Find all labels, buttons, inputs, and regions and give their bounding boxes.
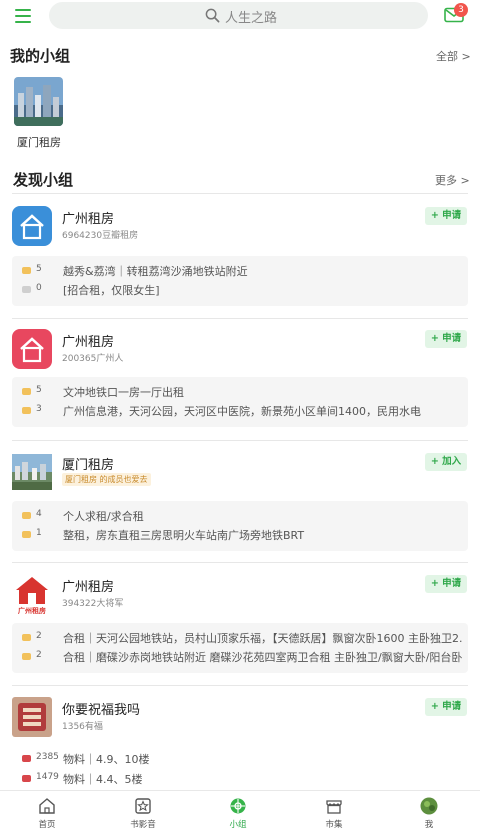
- group-icon: [12, 206, 52, 246]
- menu-icon[interactable]: [15, 8, 33, 24]
- post-item[interactable]: 3 广州信息港，天河公园，天河区中医院，新景苑小区单间1400，民用水电: [12, 402, 468, 420]
- home-icon: [39, 798, 55, 814]
- comment-count: 5: [36, 264, 42, 274]
- post-item[interactable]: 0 [招合租，仅限女生]: [12, 281, 468, 299]
- group-posts: 2 合租｜天河公园地铁站，员村山顶家乐福，【天德跃居】飘窗次卧1600 主卧独卫…: [12, 623, 468, 673]
- post-item[interactable]: 2385 物料｜4.9、10楼: [12, 750, 468, 768]
- post-title: 合租｜天河公园地铁站，员村山顶家乐福，【天德跃居】飘窗次卧1600 主卧独卫2.…: [63, 632, 463, 645]
- post-item[interactable]: 5 文冲地铁口一房一厅出租: [12, 383, 468, 401]
- comment-count: 0: [36, 283, 42, 293]
- post-item[interactable]: 2 合租｜天河公园地铁站，员村山顶家乐福，【天德跃居】飘窗次卧1600 主卧独卫…: [12, 629, 468, 647]
- nav-label: 市集: [325, 820, 343, 830]
- shop-icon: [326, 800, 342, 814]
- avatar: [420, 797, 438, 815]
- group-tag: 厦门租房 的成员也爱去: [62, 473, 151, 486]
- comment-icon: [22, 755, 31, 762]
- divider: [12, 440, 468, 441]
- divider: [12, 685, 468, 686]
- nav-groups[interactable]: 小组: [208, 791, 268, 832]
- apply-button[interactable]: + 申请: [425, 575, 467, 593]
- comment-icon: [22, 653, 31, 660]
- comment-count: 1479: [36, 772, 59, 782]
- post-title: 合租｜磨碟沙赤岗地铁站附近 磨碟沙花苑四室两卫合租 主卧独卫/飘窗大卧/阳台卧.…: [63, 651, 463, 664]
- comment-count: 1: [36, 528, 42, 538]
- group-icon: [12, 697, 52, 737]
- search-icon: [205, 8, 220, 23]
- post-title: 越秀&荔湾｜转租荔湾沙涌地铁站附近: [63, 265, 248, 278]
- group-name: 厦门租房: [62, 458, 115, 473]
- post-title: 广州信息港，天河公园，天河区中医院，新景苑小区单间1400，民用水电: [63, 405, 421, 418]
- group-thumbnail: [14, 77, 63, 126]
- my-group-label: 厦门租房: [17, 136, 61, 149]
- notification-badge: 3: [454, 3, 468, 17]
- group-posts: 4 个人求租/求合租 1 整租，房东直租三房思明火车站南广场旁地铁BRT: [12, 501, 468, 551]
- post-item[interactable]: 2 合租｜磨碟沙赤岗地铁站附近 磨碟沙花苑四室两卫合租 主卧独卫/飘窗大卧/阳台…: [12, 648, 468, 666]
- bottom-nav: 首页 书影音 小组 市集 我: [0, 790, 480, 832]
- comment-icon: [22, 775, 31, 782]
- divider: [12, 562, 468, 563]
- group-members: 1356有福: [62, 722, 103, 732]
- comment-icon: [22, 512, 31, 519]
- nav-media[interactable]: 书影音: [113, 791, 173, 832]
- apply-button[interactable]: + 申请: [425, 330, 467, 348]
- discover-title: 发现小组: [13, 171, 74, 189]
- nav-label: 小组: [229, 820, 247, 830]
- comment-count: 2385: [36, 752, 59, 762]
- comment-count: 2: [36, 631, 42, 641]
- search-placeholder: 人生之路: [225, 11, 278, 26]
- group-name: 广州租房: [62, 212, 115, 227]
- comment-icon: [22, 634, 31, 641]
- post-title: 整租，房东直租三房思明火车站南广场旁地铁BRT: [63, 529, 305, 542]
- search-input[interactable]: 人生之路: [49, 2, 428, 29]
- post-item[interactable]: 1 整租，房东直租三房思明火车站南广场旁地铁BRT: [12, 526, 468, 544]
- group-icon: [12, 329, 52, 369]
- group-name: 广州租房: [62, 580, 115, 595]
- group-icon: [12, 454, 52, 494]
- group-members: 200365广州人: [62, 354, 124, 364]
- post-title: 个人求租/求合租: [63, 510, 144, 523]
- nav-market[interactable]: 市集: [304, 791, 364, 832]
- group-icon-text: 广州租房: [18, 607, 46, 614]
- post-item[interactable]: 1479 物料｜4.4、5楼: [12, 770, 468, 788]
- comment-count: 5: [36, 385, 42, 395]
- comment-icon: [22, 407, 31, 414]
- divider: [12, 193, 468, 194]
- my-groups-title: 我的小组: [10, 47, 71, 65]
- apply-button[interactable]: + 申请: [425, 207, 467, 225]
- post-item[interactable]: 5 越秀&荔湾｜转租荔湾沙涌地铁站附近: [12, 262, 468, 280]
- divider: [12, 318, 468, 319]
- nav-label: 我: [424, 820, 434, 830]
- post-title: 物料｜4.4、5楼: [63, 773, 143, 786]
- post-item[interactable]: 4 个人求租/求合租: [12, 507, 468, 525]
- post-title: [招合租，仅限女生]: [63, 284, 160, 297]
- comment-icon: [22, 286, 31, 293]
- group-name: 广州租房: [62, 335, 115, 350]
- join-button[interactable]: + 加入: [425, 453, 467, 471]
- nav-label: 首页: [38, 820, 56, 830]
- nav-me[interactable]: 我: [399, 791, 459, 832]
- nav-home[interactable]: 首页: [17, 791, 77, 832]
- comment-icon: [22, 531, 31, 538]
- group-members: 6964230豆瓣租房: [62, 231, 139, 241]
- star-box-icon: [135, 798, 151, 814]
- top-bar: 人生之路 3: [0, 0, 480, 32]
- comment-count: 3: [36, 404, 42, 414]
- group-posts: 5 文冲地铁口一房一厅出租 3 广州信息港，天河公园，天河区中医院，新景苑小区单…: [12, 377, 468, 427]
- groups-icon: [230, 798, 246, 814]
- apply-button[interactable]: + 申请: [425, 698, 467, 716]
- group-posts: 5 越秀&荔湾｜转租荔湾沙涌地铁站附近 0 [招合租，仅限女生]: [12, 256, 468, 306]
- group-icon: 广州租房: [12, 574, 52, 614]
- post-title: 物料｜4.9、10楼: [63, 753, 150, 766]
- group-members: 394322大将军: [62, 599, 124, 609]
- comment-count: 2: [36, 650, 42, 660]
- comment-count: 4: [36, 509, 42, 519]
- post-title: 文冲地铁口一房一厅出租: [63, 386, 184, 399]
- my-groups-all-link[interactable]: 全部 >: [436, 48, 471, 64]
- comment-icon: [22, 388, 31, 395]
- nav-label: 书影音: [130, 820, 156, 830]
- comment-icon: [22, 267, 31, 274]
- group-name: 你要祝福我吗: [62, 703, 141, 718]
- group-posts: 2385 物料｜4.9、10楼 1479 物料｜4.4、5楼: [12, 744, 468, 794]
- discover-more-link[interactable]: 更多 >: [435, 172, 470, 188]
